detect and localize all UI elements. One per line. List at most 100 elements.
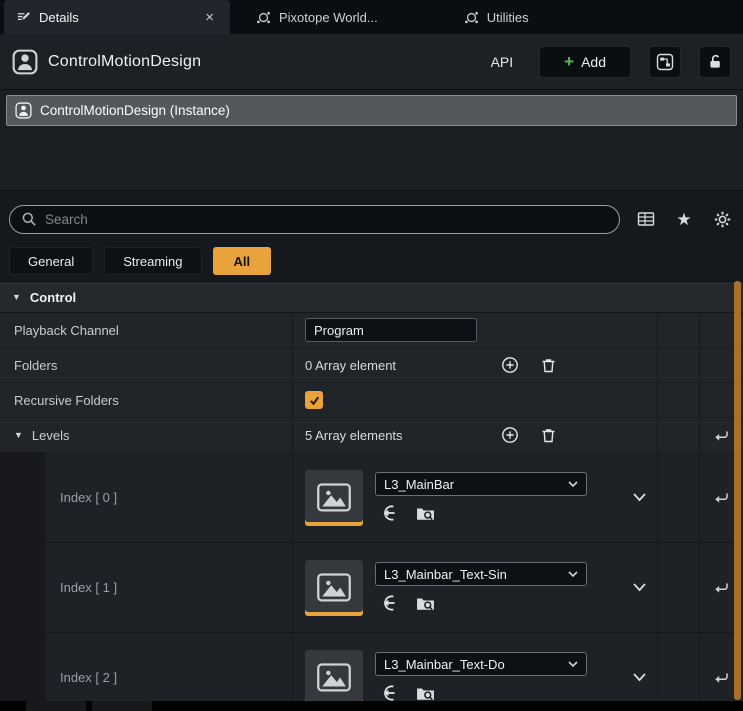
search-box[interactable]: [9, 205, 620, 234]
filter-all-button[interactable]: All: [213, 247, 272, 275]
browse-asset-icon[interactable]: [415, 594, 436, 612]
chevron-down-icon: [568, 481, 578, 488]
asset-select[interactable]: L3_MainBar: [375, 472, 587, 496]
expand-chevron-icon: [632, 672, 647, 683]
property-name: Levels: [32, 428, 70, 443]
instance-actor-icon: [15, 102, 32, 119]
tab-utilities[interactable]: Utilities: [452, 0, 541, 34]
use-selected-button[interactable]: [379, 503, 399, 523]
property-row-levels: ▼ Levels 5 Array elements: [0, 418, 743, 453]
category-control[interactable]: ▼ Control: [0, 281, 743, 313]
page-title: ControlMotionDesign: [48, 53, 201, 71]
property-grid: ▼ Control Playback Channel Folders 0 Arr…: [0, 281, 743, 701]
playback-channel-input[interactable]: [305, 318, 477, 342]
tab-details[interactable]: Details ×: [4, 0, 230, 34]
filter-streaming-button[interactable]: Streaming: [104, 247, 201, 275]
property-name: Playback Channel: [14, 323, 119, 338]
utilities-icon: [464, 10, 479, 25]
expand-button[interactable]: [632, 672, 647, 683]
revert-icon: [713, 669, 730, 686]
bottom-tab-nub: [92, 701, 152, 711]
filter-general-button[interactable]: General: [9, 247, 93, 275]
gear-icon: [713, 210, 732, 229]
recursive-folders-checkbox[interactable]: [305, 391, 323, 409]
empty-cell: [657, 383, 699, 417]
expand-chevron-icon: [632, 582, 647, 593]
collapse-triangle-icon[interactable]: ▼: [14, 431, 23, 440]
blueprint-button[interactable]: [649, 46, 681, 78]
asset-select-label: L3_MainBar: [384, 477, 562, 492]
clear-array-button[interactable]: [535, 352, 561, 378]
vertical-scrollbar[interactable]: [734, 281, 741, 700]
chevron-down-icon: [568, 571, 578, 578]
asset-select-label: L3_Mainbar_Text-Do: [384, 657, 562, 672]
detail-view-button[interactable]: [634, 207, 658, 231]
index-label: Index [ 0 ]: [60, 490, 117, 505]
index-label: Index [ 1 ]: [60, 580, 117, 595]
expand-chevron-icon: [632, 492, 647, 503]
use-selected-button[interactable]: [379, 683, 399, 701]
add-element-button[interactable]: [497, 352, 523, 378]
add-button-label: Add: [581, 54, 606, 70]
settings-button[interactable]: [710, 207, 734, 231]
panel-header: ControlMotionDesign API + Add: [0, 34, 743, 89]
instance-label: ControlMotionDesign (Instance): [40, 103, 230, 118]
level-row: Index [ 0 ] L3_MainBar: [0, 453, 743, 543]
tab-bar: Details × Pixotope World... Utilities: [0, 0, 743, 34]
asset-thumbnail[interactable]: [305, 650, 363, 702]
instance-row[interactable]: ControlMotionDesign (Instance): [6, 95, 737, 126]
column-view-icon: [637, 210, 655, 228]
category-label: Control: [30, 290, 76, 305]
empty-cell: [657, 543, 699, 632]
selection-list: ControlMotionDesign (Instance): [0, 89, 743, 191]
trash-icon: [540, 357, 557, 374]
clear-array-button[interactable]: [535, 422, 561, 448]
empty-cell: [657, 348, 699, 382]
filter-row: General Streaming All: [0, 241, 743, 281]
property-name: Folders: [14, 358, 57, 373]
use-selected-button[interactable]: [379, 593, 399, 613]
property-row-playback-channel: Playback Channel: [0, 313, 743, 348]
empty-cell: [657, 633, 699, 701]
blueprint-icon: [656, 53, 674, 71]
tab-label: Pixotope World...: [279, 10, 378, 25]
search-icon: [21, 211, 37, 227]
check-icon: [308, 394, 321, 407]
property-row-recursive-folders: Recursive Folders: [0, 383, 743, 418]
index-label: Index [ 2 ]: [60, 670, 117, 685]
bottom-panel-edge: [0, 701, 743, 711]
property-name: Recursive Folders: [14, 393, 119, 408]
collapse-triangle-icon[interactable]: ▼: [12, 293, 21, 302]
plus-circle-icon: [501, 426, 519, 444]
expand-button[interactable]: [632, 492, 647, 503]
actor-icon: [12, 49, 38, 75]
asset-select[interactable]: L3_Mainbar_Text-Sin: [375, 562, 587, 586]
browse-asset-icon[interactable]: [415, 684, 436, 701]
details-tab-icon: [16, 10, 31, 25]
level-row: Index [ 2 ] L3_Mainbar_Text-Do: [0, 633, 743, 701]
favorites-button[interactable]: ★: [672, 207, 696, 231]
tab-label: Utilities: [487, 10, 529, 25]
tab-close-icon[interactable]: ×: [201, 8, 218, 27]
add-button[interactable]: + Add: [539, 46, 631, 78]
empty-cell: [657, 453, 699, 542]
add-element-button[interactable]: [497, 422, 523, 448]
asset-thumbnail[interactable]: [305, 560, 363, 616]
search-input[interactable]: [45, 212, 608, 227]
asset-select[interactable]: L3_Mainbar_Text-Do: [375, 652, 587, 676]
revert-icon: [713, 489, 730, 506]
api-label: API: [491, 54, 514, 70]
folders-count: 0 Array element: [305, 358, 497, 373]
browse-asset-icon[interactable]: [415, 504, 436, 522]
property-row-folders: Folders 0 Array element: [0, 348, 743, 383]
tab-pixotope-world[interactable]: Pixotope World...: [244, 0, 390, 34]
lock-button[interactable]: [699, 46, 731, 78]
revert-icon: [713, 579, 730, 596]
asset-select-label: L3_Mainbar_Text-Sin: [384, 567, 562, 582]
tab-label: Details: [39, 10, 193, 25]
asset-thumbnail[interactable]: [305, 470, 363, 526]
expand-button[interactable]: [632, 582, 647, 593]
image-icon: [316, 662, 352, 694]
level-row: Index [ 1 ] L3_Mainbar_Text-Sin: [0, 543, 743, 633]
chevron-down-icon: [568, 661, 578, 668]
